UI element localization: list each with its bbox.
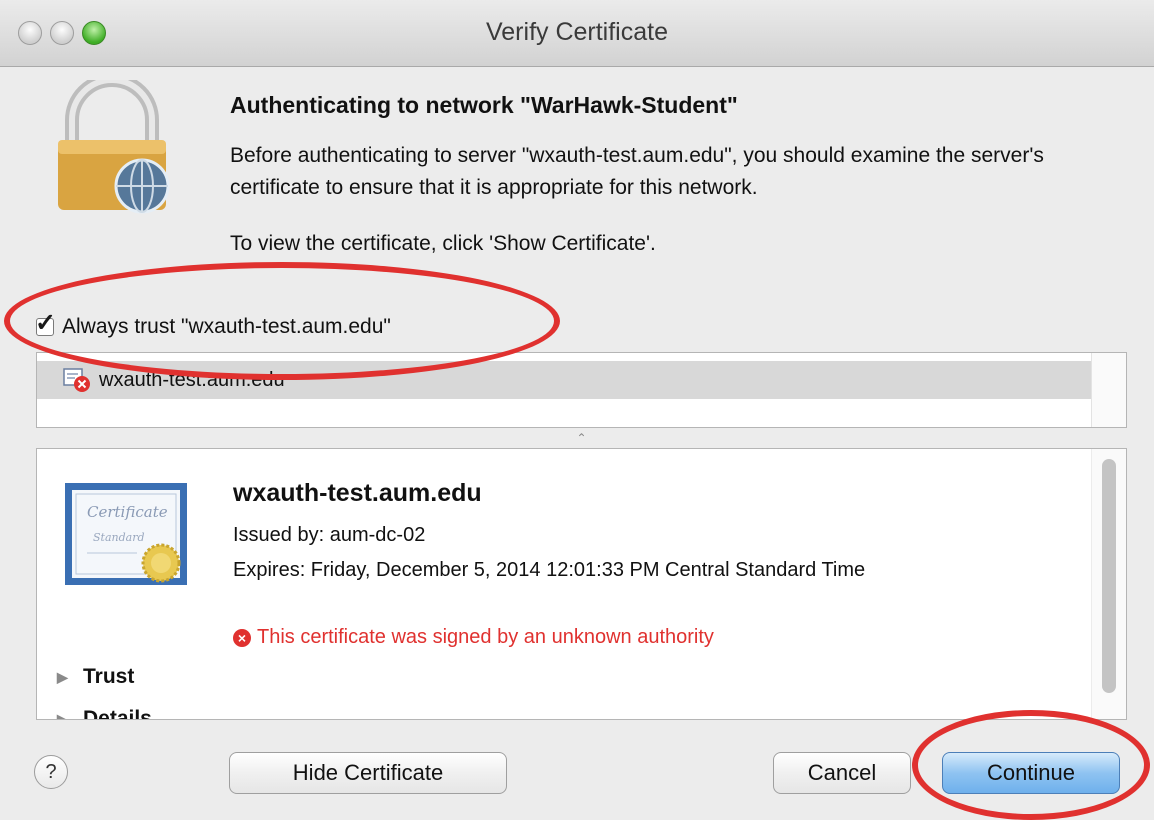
trust-disclosure[interactable]: ▶ Trust bbox=[57, 665, 134, 689]
details-disclosure[interactable]: ▶ Details bbox=[57, 707, 152, 720]
always-trust-label[interactable]: Always trust "wxauth-test.aum.edu" bbox=[62, 315, 391, 339]
details-section-label: Details bbox=[83, 707, 152, 720]
window-title: Verify Certificate bbox=[485, 18, 668, 46]
certificate-error-icon bbox=[63, 368, 90, 392]
certificate-issuer: Issued by: aum-dc-02 bbox=[233, 524, 426, 546]
certificate-error-message: × This certificate was signed by an unkn… bbox=[233, 626, 714, 649]
certificate-list-item-label: wxauth-test.aum.edu bbox=[99, 368, 285, 391]
dialog-heading: Authenticating to network "WarHawk-Stude… bbox=[230, 92, 738, 118]
certificate-expiration: Expires: Friday, December 5, 2014 12:01:… bbox=[233, 559, 866, 581]
title-bar: Verify Certificate bbox=[0, 0, 1154, 67]
certificate-icon-sublabel: Standard bbox=[93, 531, 145, 544]
always-trust-checkbox[interactable]: ✓ bbox=[35, 311, 56, 336]
cancel-button[interactable]: Cancel bbox=[773, 752, 911, 794]
certificate-details-pane: Certificate Standard wxauth-test.aum.edu… bbox=[36, 448, 1127, 720]
dialog-message: Before authenticating to server "wxauth-… bbox=[230, 144, 1044, 199]
dialog-instruction: To view the certificate, click 'Show Cer… bbox=[230, 232, 656, 255]
trust-section-label: Trust bbox=[83, 665, 135, 688]
lock-icon bbox=[58, 80, 170, 214]
certificate-icon-label: Certificate bbox=[87, 503, 168, 521]
certificate-list: wxauth-test.aum.edu bbox=[36, 352, 1127, 428]
always-trust-option[interactable]: ✓ Always trust "wxauth-test.aum.edu" bbox=[35, 311, 391, 339]
details-scrollbar[interactable] bbox=[1091, 449, 1126, 719]
disclosure-triangle-icon: ▶ bbox=[57, 710, 68, 720]
certificate-name: wxauth-test.aum.edu bbox=[233, 479, 482, 507]
pane-splitter[interactable]: ⌃ bbox=[36, 428, 1127, 448]
error-icon: × bbox=[233, 628, 251, 647]
checkmark-icon: ✓ bbox=[35, 309, 56, 337]
certificate-list-item[interactable]: wxauth-test.aum.edu bbox=[37, 361, 1091, 399]
certificate-error-text: This certificate was signed by an unknow… bbox=[257, 626, 714, 648]
details-scroll-thumb[interactable] bbox=[1102, 459, 1116, 693]
continue-button[interactable]: Continue bbox=[942, 752, 1120, 794]
certificate-icon: Certificate Standard bbox=[65, 483, 187, 585]
help-button[interactable]: ? bbox=[34, 755, 68, 789]
certificate-list-scrollbar[interactable] bbox=[1091, 353, 1126, 427]
hide-certificate-button[interactable]: Hide Certificate bbox=[229, 752, 507, 794]
disclosure-triangle-icon: ▶ bbox=[57, 668, 68, 685]
